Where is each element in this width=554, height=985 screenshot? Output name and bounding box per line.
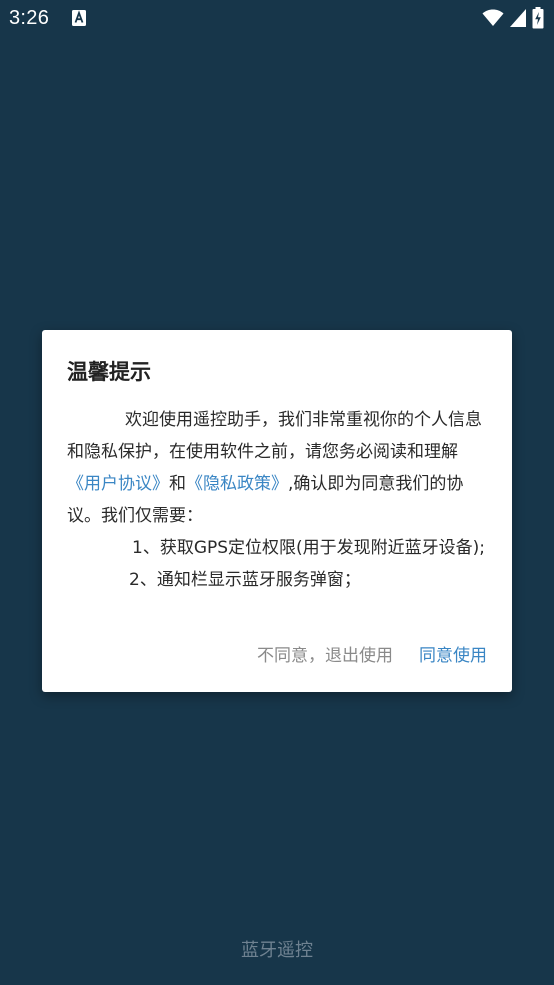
- privacy-policy-link[interactable]: 《隐私政策》: [186, 474, 288, 494]
- dialog-title: 温馨提示: [67, 360, 151, 384]
- dialog-body: 欢迎使用遥控助手，我们非常重视你的个人信息和隐私保护，在使用软件之前，请您务必阅…: [67, 404, 487, 596]
- screen: 3:26 温馨提示 欢迎使用遥控助手，我们非常重视你的个人信息和隐私保护，在使用…: [0, 0, 554, 985]
- app-name-label: 蓝牙遥控: [241, 940, 313, 961]
- body-item-notification: 2、通知栏显示蓝牙服务弹窗；: [129, 570, 361, 590]
- dialog-actions: 不同意，退出使用 同意使用: [257, 641, 487, 666]
- status-time: 3:26: [9, 7, 50, 29]
- agree-button[interactable]: 同意使用: [419, 641, 487, 666]
- battery-charging-icon: [532, 7, 544, 29]
- cell-signal-icon: [510, 9, 526, 27]
- font-a-icon: [72, 10, 86, 26]
- body-text-and: 和: [169, 474, 186, 494]
- privacy-dialog: 温馨提示 欢迎使用遥控助手，我们非常重视你的个人信息和隐私保护，在使用软件之前，…: [42, 330, 512, 692]
- status-icons: [482, 7, 544, 29]
- wifi-icon: [482, 9, 504, 27]
- status-bar: 3:26: [0, 0, 554, 40]
- disagree-exit-button[interactable]: 不同意，退出使用: [257, 641, 393, 666]
- body-text-intro: 欢迎使用遥控助手，我们非常重视你的个人信息和隐私保护，在使用软件之前，请您务必阅…: [67, 410, 482, 462]
- body-item-gps: 1、获取GPS定位权限(用于发现附近蓝牙设备);: [132, 538, 486, 558]
- user-agreement-link[interactable]: 《用户协议》: [67, 474, 169, 494]
